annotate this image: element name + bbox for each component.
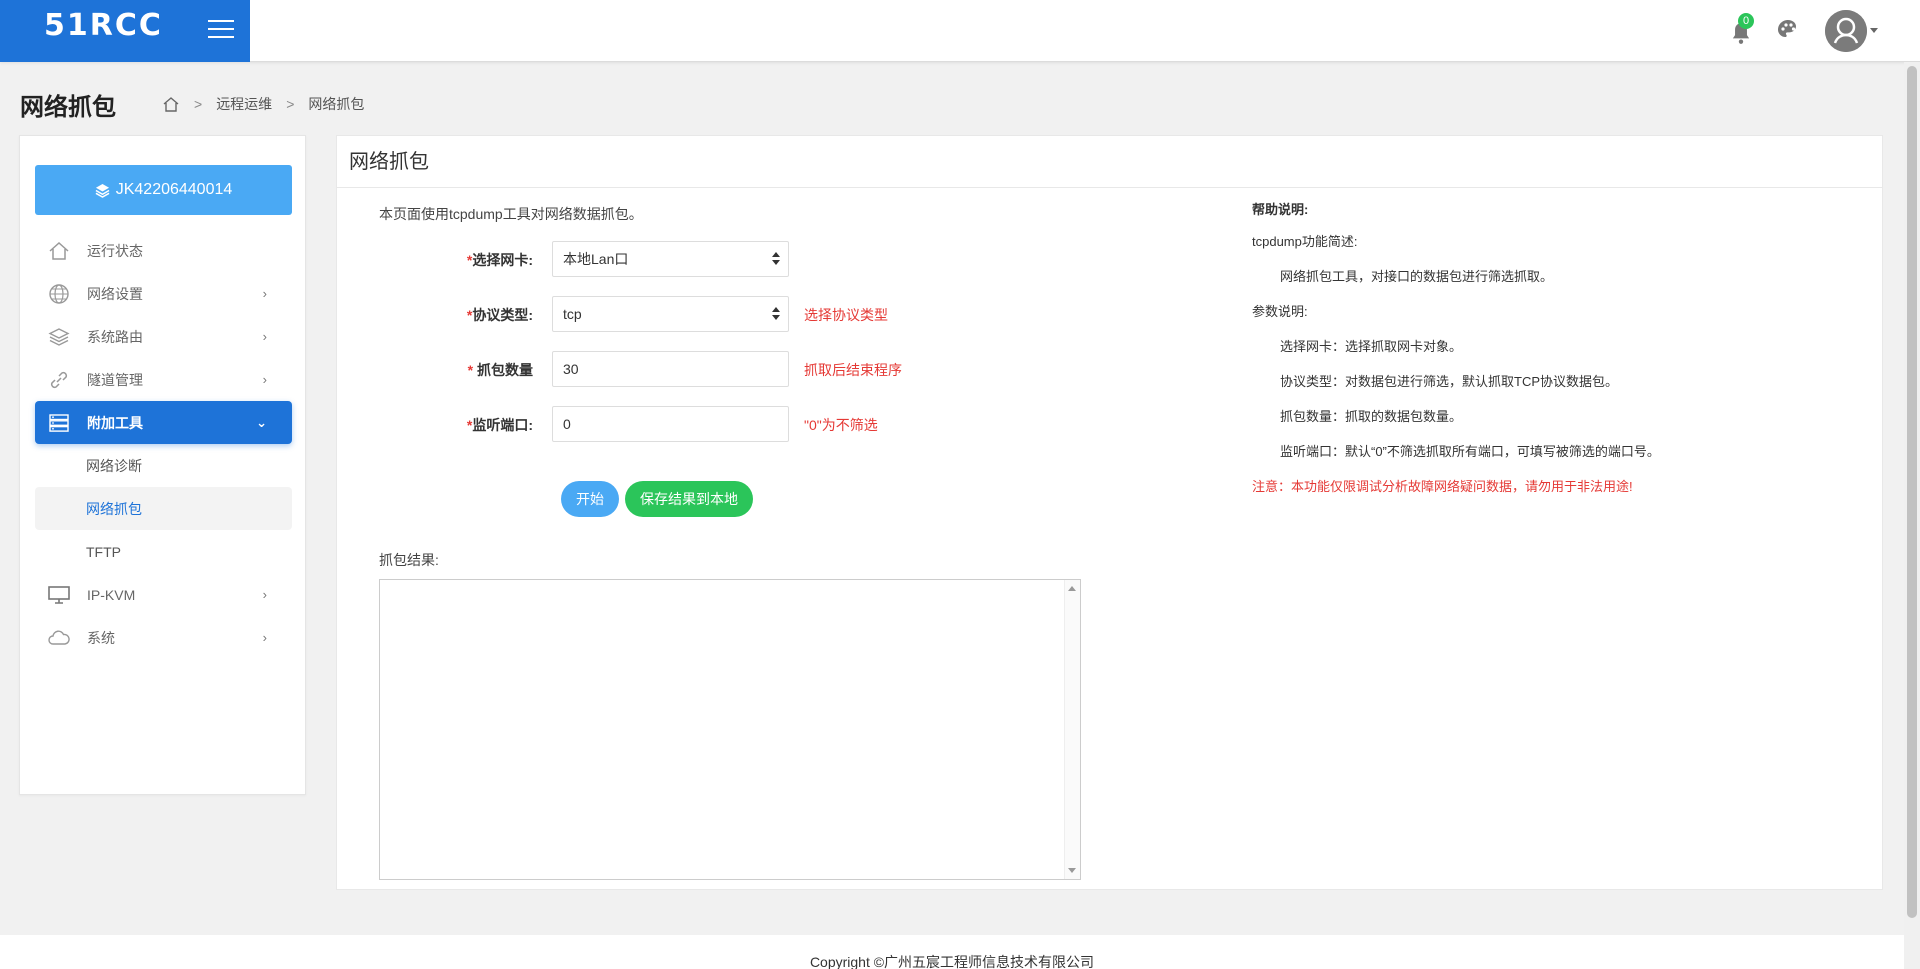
sidebar-item-label: 隧道管理 <box>87 371 143 388</box>
logo[interactable]: 51RCC <box>44 8 163 43</box>
help-param-protocol: 协议类型：对数据包进行筛选，默认抓取TCP协议数据包。 <box>1280 374 1619 389</box>
sidebar-subitem-tftp[interactable]: TFTP <box>35 530 292 573</box>
top-bar: 51RCC 0 <box>0 0 1920 62</box>
count-input[interactable] <box>552 351 789 387</box>
help-title: 帮助说明: <box>1252 202 1309 217</box>
port-input[interactable] <box>552 406 789 442</box>
monitor-icon <box>46 584 72 606</box>
card-title: 网络抓包 <box>337 136 1882 188</box>
sidebar-nav: 运行状态 网络设置 › 系统路由 › 隧道管理 › 附加工具 ⌄ 网络诊断 网络… <box>35 229 292 659</box>
layers-icon <box>46 326 72 348</box>
sidebar-subitem-diagnostics[interactable]: 网络诊断 <box>35 444 292 487</box>
sidebar: JK42206440014 运行状态 网络设置 › 系统路由 › 隧道管理 › … <box>19 135 306 795</box>
page-scrollbar[interactable] <box>1904 62 1920 969</box>
select-arrows-icon <box>772 307 780 321</box>
form-row-protocol: *协议类型: tcp 选择协议类型 <box>337 296 1237 332</box>
select-arrows-icon <box>772 252 780 266</box>
user-icon <box>1825 10 1867 52</box>
breadcrumb: > 远程运维 > 网络抓包 <box>162 94 364 114</box>
user-avatar[interactable] <box>1825 10 1867 52</box>
sidebar-item-label: IP-KVM <box>87 586 136 603</box>
sidebar-item-extra-tools[interactable]: 附加工具 ⌄ <box>35 401 292 444</box>
help-panel: 帮助说明: tcpdump功能简述: 网络抓包工具，对接口的数据包进行筛选抓取。… <box>1252 203 1660 515</box>
page-title: 网络抓包 <box>20 94 116 121</box>
protocol-hint: 选择协议类型 <box>804 307 888 323</box>
notification-badge: 0 <box>1738 13 1754 29</box>
device-id-label: JK42206440014 <box>115 181 233 198</box>
result-label: 抓包结果: <box>379 552 439 568</box>
protocol-select[interactable]: tcp <box>552 296 789 332</box>
required-mark: * <box>467 362 474 378</box>
start-button[interactable]: 开始 <box>561 481 619 517</box>
user-menu-caret-icon[interactable] <box>1870 28 1878 33</box>
sidebar-item-status[interactable]: 运行状态 <box>35 229 292 272</box>
help-param-count: 抓包数量：抓取的数据包数量。 <box>1280 409 1463 424</box>
help-overview-title: tcpdump功能简述: <box>1252 234 1358 249</box>
home-icon <box>46 240 72 262</box>
sidebar-item-tunnel[interactable]: 隧道管理 › <box>35 358 292 401</box>
form-row-port: *监听端口: "0"为不筛选 <box>337 406 1237 442</box>
nic-select[interactable]: 本地Lan口 <box>552 241 789 277</box>
theme-palette-icon[interactable] <box>1776 18 1800 42</box>
protocol-select-value: tcp <box>563 306 582 322</box>
nic-label: *选择网卡: <box>466 252 533 268</box>
chevron-right-icon: › <box>262 286 267 301</box>
nic-select-value: 本地Lan口 <box>563 251 629 267</box>
globe-icon <box>46 283 72 305</box>
packet-capture-card: 网络抓包 本页面使用tcpdump工具对网络数据抓包。 *选择网卡: 本地Lan… <box>336 135 1883 890</box>
layers-icon <box>95 183 110 198</box>
help-param-nic: 选择网卡：选择抓取网卡对象。 <box>1280 339 1463 354</box>
help-params-title: 参数说明: <box>1252 304 1308 319</box>
help-param-port: 监听端口：默认“0”不筛选抓取所有端口，可填写被筛选的端口号。 <box>1280 444 1660 459</box>
port-hint: "0"为不筛选 <box>804 417 878 433</box>
result-textarea[interactable] <box>379 579 1081 880</box>
result-scrollbar[interactable] <box>1064 580 1080 879</box>
sidebar-item-label: 附加工具 <box>87 414 143 431</box>
menu-toggle-button[interactable] <box>208 20 234 40</box>
intro-text: 本页面使用tcpdump工具对网络数据抓包。 <box>379 206 643 222</box>
chevron-right-icon: › <box>262 587 267 602</box>
sidebar-item-system[interactable]: 系统 › <box>35 616 292 659</box>
chevron-right-icon: › <box>262 329 267 344</box>
form-row-count: * 抓包数量 抓取后结束程序 <box>337 351 1237 387</box>
page-scrollbar-thumb[interactable] <box>1907 66 1917 918</box>
sidebar-item-label: 网络设置 <box>87 285 143 302</box>
sidebar-item-ip-kvm[interactable]: IP-KVM › <box>35 573 292 616</box>
sidebar-item-label: 运行状态 <box>87 242 143 259</box>
breadcrumb-item[interactable]: 远程运维 <box>216 94 272 114</box>
cloud-icon <box>46 627 72 649</box>
sidebar-item-label: 系统路由 <box>87 328 143 345</box>
count-label: * 抓包数量 <box>467 362 533 378</box>
scroll-down-arrow-icon[interactable] <box>1068 868 1076 873</box>
sidebar-item-network-settings[interactable]: 网络设置 › <box>35 272 292 315</box>
sidebar-item-label: 系统 <box>87 629 115 646</box>
help-overview-text: 网络抓包工具，对接口的数据包进行筛选抓取。 <box>1280 269 1554 284</box>
link-icon <box>46 369 72 391</box>
breadcrumb-item: 网络抓包 <box>308 96 365 112</box>
breadcrumb-separator-icon: > <box>194 96 203 112</box>
home-icon[interactable] <box>162 96 180 113</box>
copyright-text: Copyright ©广州五宸工程师信息技术有限公司 <box>809 954 1095 969</box>
count-hint: 抓取后结束程序 <box>804 362 902 378</box>
protocol-label: *协议类型: <box>466 307 533 323</box>
footer: Copyright ©广州五宸工程师信息技术有限公司 <box>0 935 1904 969</box>
chevron-right-icon: › <box>262 630 267 645</box>
form-row-nic: *选择网卡: 本地Lan口 <box>337 241 1237 277</box>
sidebar-item-system-route[interactable]: 系统路由 › <box>35 315 292 358</box>
scroll-up-arrow-icon[interactable] <box>1068 586 1076 591</box>
chevron-down-icon: ⌄ <box>256 415 267 430</box>
brand-area: 51RCC <box>0 0 250 62</box>
breadcrumb-separator-icon: > <box>286 96 295 112</box>
port-label: *监听端口: <box>466 417 533 433</box>
device-id-button[interactable]: JK42206440014 <box>35 165 292 215</box>
save-result-button[interactable]: 保存结果到本地 <box>625 481 753 517</box>
help-warning: 注意：本功能仅限调试分析故障网络疑问数据，请勿用于非法用途! <box>1252 479 1633 494</box>
server-icon <box>46 412 72 434</box>
chevron-right-icon: › <box>262 372 267 387</box>
sidebar-subitem-packet-capture[interactable]: 网络抓包 <box>35 487 292 530</box>
